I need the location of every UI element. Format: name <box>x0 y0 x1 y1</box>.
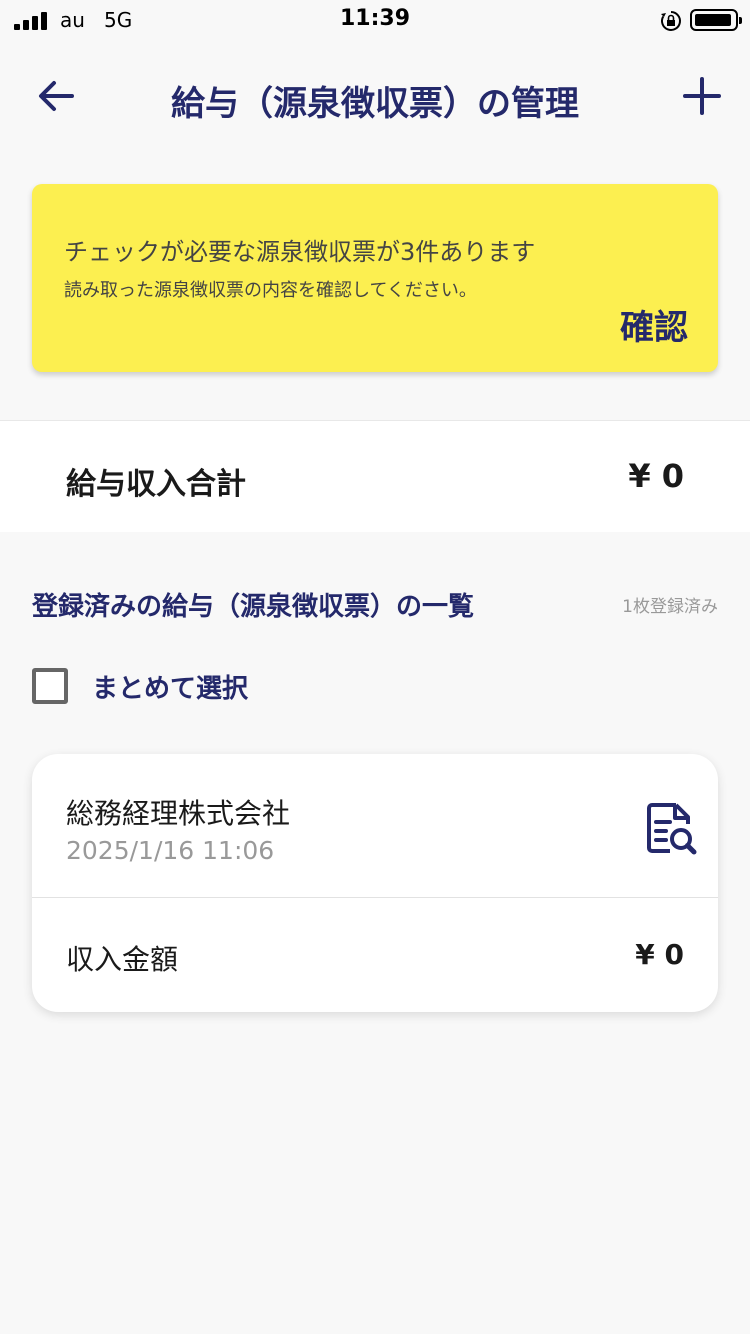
screen: au 5G 11:39 給与（源泉徴収票）の管理 チェックが必要な源泉徴収票が3… <box>0 0 750 1334</box>
registered-date: 2025/1/16 11:06 <box>66 836 275 865</box>
card-header: 総務経理株式会社 2025/1/16 11:06 <box>32 754 718 898</box>
list-count: 1枚登録済み <box>622 597 718 617</box>
page-title: 給与（源泉徴収票）の管理 <box>171 84 579 124</box>
confirm-button[interactable]: 確認 <box>620 300 688 349</box>
alert-title: チェックが必要な源泉徴収票が3件あります <box>64 238 536 266</box>
status-bar: au 5G 11:39 <box>0 0 750 40</box>
company-name: 総務経理株式会社 <box>66 797 291 830</box>
document-search-icon[interactable] <box>646 802 698 856</box>
plus-icon <box>683 77 721 115</box>
income-label: 収入金額 <box>66 943 179 976</box>
battery-icon <box>690 9 742 31</box>
withholding-slip-card[interactable]: 総務経理株式会社 2025/1/16 11:06 収入金額 ¥ 0 <box>32 754 718 1012</box>
add-button[interactable] <box>678 72 726 120</box>
check-needed-alert[interactable]: チェックが必要な源泉徴収票が3件あります 読み取った源泉徴収票の内容を確認してく… <box>32 184 718 372</box>
list-title: 登録済みの給与（源泉徴収票）の一覧 <box>32 592 475 622</box>
alert-subtitle: 読み取った源泉徴収票の内容を確認してください。 <box>64 280 477 301</box>
total-label: 給与収入合計 <box>66 467 246 502</box>
income-value: ¥ 0 <box>635 938 684 971</box>
rotation-lock-icon <box>661 11 681 31</box>
total-value: ¥ 0 <box>628 457 684 495</box>
status-time: 11:39 <box>339 6 411 31</box>
select-all-control[interactable]: まとめて選択 <box>32 666 248 706</box>
select-all-label: まとめて選択 <box>92 673 249 704</box>
salary-total-row: 給与収入合計 ¥ 0 <box>0 420 750 532</box>
nav-bar: 給与（源泉徴収票）の管理 <box>0 56 750 136</box>
select-all-checkbox[interactable] <box>32 668 68 704</box>
